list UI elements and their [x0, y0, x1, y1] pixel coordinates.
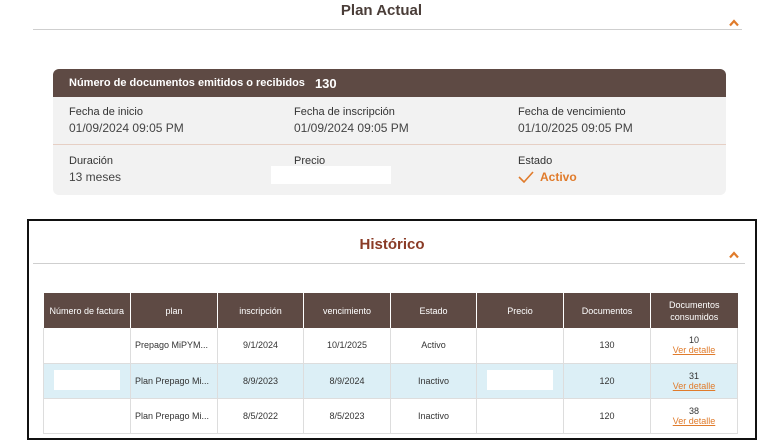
estado-cell: Inactivo [390, 398, 477, 434]
details-row: Duración 13 meses Precio Estado Activo [53, 146, 726, 194]
chevron-up-icon[interactable] [729, 251, 739, 259]
plan-cell: Plan Prepago Mi... [130, 398, 218, 434]
estado-value: Activo [540, 170, 577, 184]
inscripcion-cell: 9/1/2024 [217, 328, 304, 364]
table-header-row: Número de factura plan inscripción venci… [43, 293, 738, 328]
docs-label: Número de documentos emitidos o recibido… [69, 77, 305, 89]
fecha-vencimiento-value: 01/10/2025 09:05 PM [518, 121, 633, 135]
duracion: Duración 13 meses [69, 155, 121, 184]
fecha-inscripcion-value: 01/09/2024 09:05 PM [294, 121, 409, 135]
factura-cell [43, 363, 131, 399]
inscripcion-cell: 8/9/2023 [217, 363, 304, 399]
factura-cell [43, 328, 131, 364]
duracion-value: 13 meses [69, 170, 122, 184]
fecha-inicio-label: Fecha de inicio [69, 106, 143, 118]
fecha-inscripcion-label: Fecha de inscripción [294, 106, 395, 118]
divider [33, 29, 742, 30]
estado: Estado Activo [518, 155, 577, 184]
estado-cell: Activo [390, 328, 477, 364]
plan-cell: Plan Prepago Mi... [130, 363, 218, 399]
plan-summary-card: Número de documentos emitidos o recibido… [53, 69, 726, 195]
table-row[interactable]: Prepago MiPYM... 9/1/2024 10/1/2025 Acti… [43, 328, 738, 364]
historico-section: Histórico Número de factura plan inscrip… [27, 219, 757, 440]
inscripcion-cell: 8/5/2022 [217, 398, 304, 434]
fecha-vencimiento-label: Fecha de vencimiento [518, 106, 626, 118]
fecha-inicio: Fecha de inicio 01/09/2024 09:05 PM [69, 106, 184, 135]
column-header[interactable]: Número de factura [43, 293, 131, 328]
estado-cell: Inactivo [390, 363, 477, 399]
precio-cell [476, 363, 564, 399]
column-header[interactable]: Documentos [563, 293, 651, 328]
column-header[interactable]: Documentos consumidos [650, 293, 738, 328]
column-header[interactable]: Estado [390, 293, 477, 328]
documentos-cell: 130 [563, 328, 651, 364]
factura-redacted [54, 369, 120, 390]
factura-cell [43, 398, 131, 434]
precio-redacted [271, 166, 391, 184]
vencimiento-cell: 8/9/2024 [303, 363, 391, 399]
precio: Precio [271, 155, 391, 184]
fecha-inscripcion: Fecha de inscripción 01/09/2024 09:05 PM [294, 106, 409, 135]
precio-cell [476, 328, 564, 364]
consumidos-value: 38 [688, 405, 699, 416]
consumidos-cell: 31 Ver detalle [650, 363, 738, 399]
duracion-label: Duración [69, 155, 114, 167]
consumidos-value: 31 [688, 370, 699, 381]
docs-value: 130 [314, 75, 337, 91]
plan-cell: Prepago MiPYM... [130, 328, 218, 364]
column-header[interactable]: vencimiento [303, 293, 391, 328]
column-header[interactable]: Precio [476, 293, 564, 328]
precio-redacted [487, 369, 553, 390]
documentos-cell: 120 [563, 363, 651, 399]
plan-actual-title: Plan Actual [340, 2, 423, 19]
historico-title: Histórico [359, 236, 425, 253]
documentos-cell: 120 [563, 398, 651, 434]
column-header[interactable]: inscripción [217, 293, 304, 328]
fecha-inicio-value: 01/09/2024 09:05 PM [69, 121, 184, 135]
table-row[interactable]: Plan Prepago Mi... 8/9/2023 8/9/2024 Ina… [43, 363, 738, 399]
vencimiento-cell: 8/5/2023 [303, 398, 391, 434]
vencimiento-cell: 10/1/2025 [303, 328, 391, 364]
consumidos-value: 10 [688, 335, 699, 346]
chevron-up-icon[interactable] [729, 19, 739, 27]
card-header: Número de documentos emitidos o recibido… [53, 69, 726, 97]
consumidos-cell: 38 Ver detalle [650, 398, 738, 434]
check-icon [518, 171, 534, 183]
ver-detalle-link[interactable]: Ver detalle [655, 345, 733, 355]
column-header[interactable]: plan [130, 293, 218, 328]
table-row[interactable]: Plan Prepago Mi... 8/5/2022 8/5/2023 Ina… [43, 398, 738, 434]
historico-table: Número de factura plan inscripción venci… [43, 293, 738, 434]
ver-detalle-link[interactable]: Ver detalle [655, 416, 733, 426]
dates-row: Fecha de inicio 01/09/2024 09:05 PM Fech… [53, 97, 726, 145]
consumidos-cell: 10 Ver detalle [650, 328, 738, 364]
estado-label: Estado [518, 155, 553, 167]
fecha-vencimiento: Fecha de vencimiento 01/10/2025 09:05 PM [518, 106, 633, 135]
ver-detalle-link[interactable]: Ver detalle [655, 381, 733, 391]
divider [33, 263, 745, 264]
precio-cell [476, 398, 564, 434]
estado-value-wrap: Activo [518, 170, 577, 184]
